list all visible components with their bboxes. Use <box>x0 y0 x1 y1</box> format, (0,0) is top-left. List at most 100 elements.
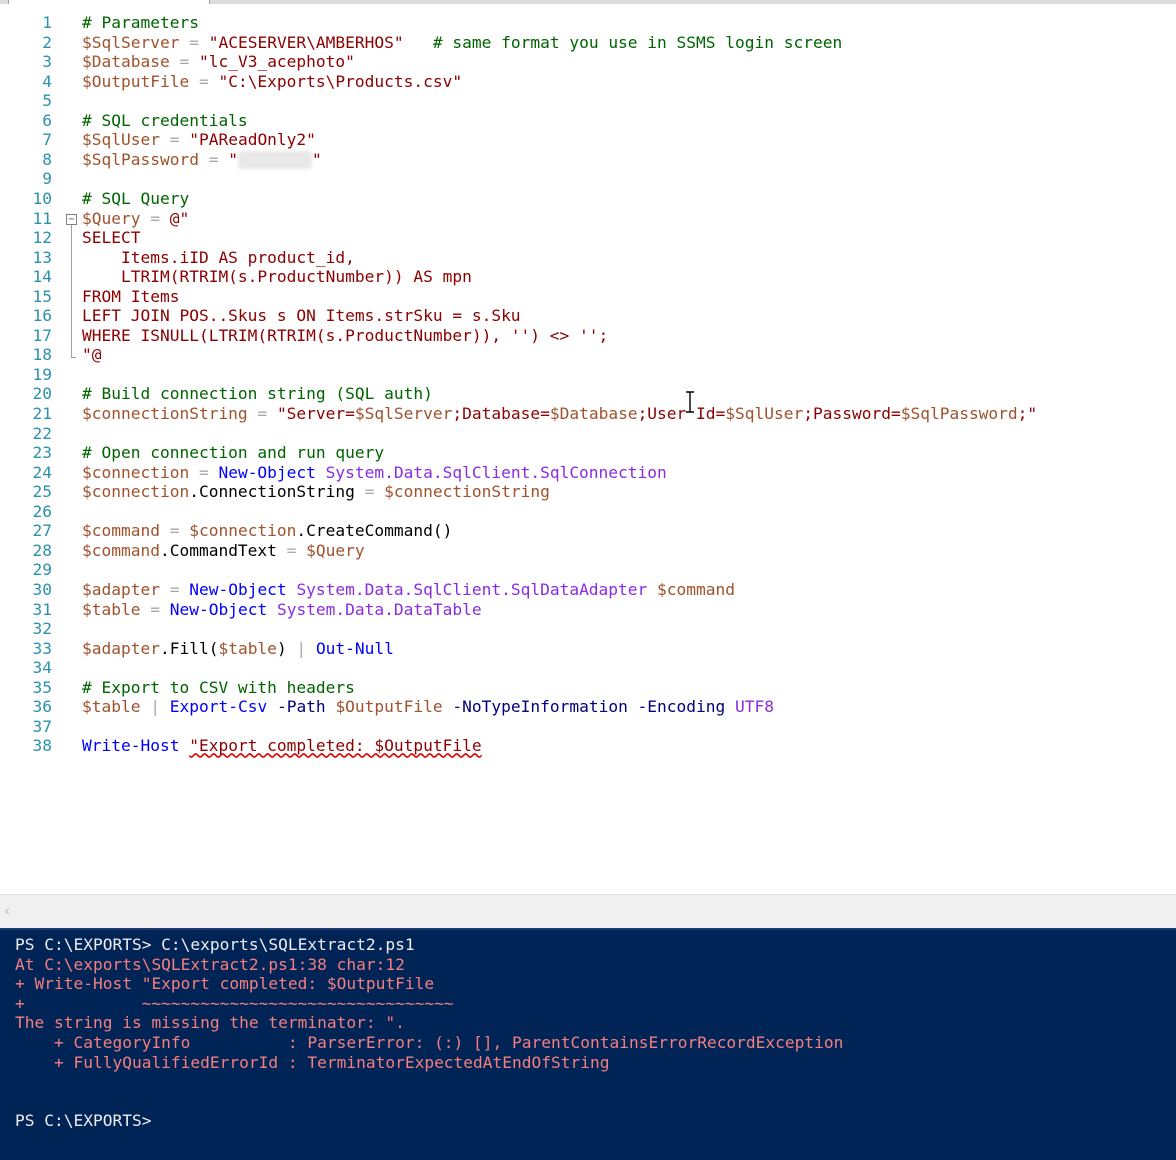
code-line[interactable]: 35 # Export to CSV with headers <box>0 678 1176 698</box>
line-number: 17 <box>32 325 53 345</box>
code-line[interactable]: 9 <box>0 169 1176 189</box>
code-text: LEFT JOIN POS..Skus s ON Items.strSku = … <box>82 306 521 326</box>
code-line[interactable]: 18 "@ <box>0 345 1176 365</box>
code-text: $table = New-Object System.Data.DataTabl… <box>82 600 482 620</box>
line-number: 2 <box>42 32 52 52</box>
code-text: WHERE ISNULL(LTRIM(RTRIM(s.ProductNumber… <box>82 326 608 346</box>
redacted-password <box>237 151 312 170</box>
code-line[interactable]: 38 Write-Host "Export completed: $OutputF… <box>0 736 1176 756</box>
code-text: # Parameters <box>82 13 199 33</box>
code-text: # Open connection and run query <box>82 443 384 463</box>
code-line[interactable]: 21 $connectionString = "Server=$SqlServer… <box>0 404 1176 424</box>
code-token: Items.iID AS product_id, <box>82 247 355 267</box>
code-line[interactable]: 31 $table = New-Object System.Data.DataTa… <box>0 600 1176 620</box>
code-token: # SQL credentials <box>82 110 248 130</box>
code-line[interactable]: 16 LEFT JOIN POS..Skus s ON Items.strSku … <box>0 306 1176 326</box>
code-token: # Parameters <box>82 13 199 32</box>
code-line[interactable]: 11 $Query = @" <box>0 209 1176 229</box>
code-line[interactable]: 1 # Parameters <box>0 13 1176 33</box>
code-token: = <box>140 208 170 228</box>
code-token: $connectionString <box>82 404 248 423</box>
code-token: # Export to CSV with headers <box>82 677 355 697</box>
code-line[interactable]: 29 <box>0 560 1176 580</box>
line-number: 11 <box>32 208 53 228</box>
code-line[interactable]: 17 WHERE ISNULL(LTRIM(RTRIM(s.ProductNumb… <box>0 326 1176 346</box>
code-line[interactable]: 8 $SqlPassword = " " <box>0 150 1176 170</box>
code-token: System.Data.SqlClient.SqlDataAdapter <box>296 579 648 599</box>
code-line[interactable]: 6 # SQL credentials <box>0 111 1176 131</box>
code-token: $SqlServer <box>354 404 453 423</box>
code-text: $command.CommandText = $Query <box>82 541 365 561</box>
code-token: $OutputFile <box>82 71 190 91</box>
code-token: $connection <box>82 462 190 482</box>
code-line[interactable]: 32 <box>0 619 1176 639</box>
code-line[interactable]: 22 <box>0 424 1176 444</box>
code-token: UTF8 <box>735 697 774 717</box>
code-line[interactable]: 4 $OutputFile = "C:\Exports\Products.csv" <box>0 72 1176 92</box>
code-line[interactable]: 20 # Build connection string (SQL auth) <box>0 384 1176 404</box>
line-number: 8 <box>42 149 52 169</box>
code-text: $adapter = New-Object System.Data.SqlCli… <box>82 580 735 600</box>
code-text: $Query = @" <box>82 209 189 229</box>
code-text: LTRIM(RTRIM(s.ProductNumber)) AS mpn <box>82 267 472 287</box>
line-number: 10 <box>32 188 53 208</box>
code-line[interactable]: 30 $adapter = New-Object System.Data.SqlC… <box>0 580 1176 600</box>
code-text: # Export to CSV with headers <box>82 678 355 698</box>
script-editor[interactable]: − 1 # Parameters 2 $SqlServer = "ACESERVER\… <box>0 4 1176 894</box>
code-line[interactable]: 26 <box>0 502 1176 522</box>
code-token: New-Object <box>169 599 268 619</box>
line-number: 30 <box>32 579 53 599</box>
code-token: "@ <box>82 345 102 365</box>
code-text: $command = $connection.CreateCommand() <box>82 521 452 541</box>
code-token: " <box>311 149 322 169</box>
code-token: System.Data.DataTable <box>276 599 482 619</box>
code-token: LTRIM(RTRIM(s.ProductNumber)) AS mpn <box>82 267 472 287</box>
code-token: $adapter <box>82 638 160 658</box>
line-number: 36 <box>32 697 53 717</box>
code-token: = <box>276 540 307 560</box>
code-text: FROM Items <box>82 287 179 307</box>
code-token: "PAReadOnly2" <box>189 130 316 150</box>
code-line[interactable]: 7 $SqlUser = "PAReadOnly2" <box>0 130 1176 150</box>
code-token: "ACESERVER\AMBERHOS" <box>208 32 404 52</box>
code-line[interactable]: 28 $command.CommandText = $Query <box>0 541 1176 561</box>
code-text: "@ <box>82 345 102 365</box>
code-line[interactable]: 37 <box>0 717 1176 737</box>
console-pane[interactable]: PS C:\EXPORTS> C:\exports\SQLExtract2.ps… <box>0 928 1176 1160</box>
code-text: Write-Host "Export completed: $OutputFil… <box>82 736 482 756</box>
code-text: $table | Export-Csv -Path $OutputFile -N… <box>82 697 774 717</box>
code-line[interactable]: 12 SELECT <box>0 228 1176 248</box>
code-line[interactable]: 25 $connection.ConnectionString = $connec… <box>0 482 1176 502</box>
code-line[interactable]: 19 <box>0 365 1176 385</box>
line-number: 34 <box>32 658 53 678</box>
code-line[interactable]: 24 $connection = New-Object System.Data.S… <box>0 463 1176 483</box>
line-number: 29 <box>32 560 53 580</box>
code-line[interactable]: 2 $SqlServer = "ACESERVER\AMBERHOS" # sam… <box>0 33 1176 53</box>
code-token: ) <box>276 638 287 658</box>
code-token: $SqlPassword <box>900 404 1018 423</box>
code-token: $connectionString <box>384 482 550 502</box>
horizontal-scrollbar[interactable]: ‹ <box>0 894 1176 929</box>
code-line[interactable]: 27 $command = $connection.CreateCommand() <box>0 521 1176 541</box>
code-line[interactable]: 34 <box>0 658 1176 678</box>
line-number: 14 <box>32 267 53 287</box>
code-line[interactable]: 13 Items.iID AS product_id, <box>0 248 1176 268</box>
code-line[interactable]: 3 $Database = "lc_V3_acephoto" <box>0 52 1176 72</box>
code-line[interactable]: 5 <box>0 91 1176 111</box>
scroll-left-arrow-icon[interactable]: ‹ <box>4 901 10 920</box>
code-token: $OutputFile <box>335 697 443 717</box>
code-token: " <box>228 149 238 169</box>
code-line[interactable]: 23 # Open connection and run query <box>0 443 1176 463</box>
code-token: .CreateCommand() <box>296 521 453 541</box>
code-token: -Path <box>267 697 336 717</box>
code-token: = <box>189 71 219 91</box>
code-line[interactable]: 33 $adapter.Fill($table) | Out-Null <box>0 639 1176 659</box>
code-line[interactable]: 15 FROM Items <box>0 287 1176 307</box>
code-line[interactable]: 36 $table | Export-Csv -Path $OutputFile … <box>0 697 1176 717</box>
code-token: = <box>247 404 277 423</box>
line-number: 32 <box>32 619 53 639</box>
code-line[interactable]: 14 LTRIM(RTRIM(s.ProductNumber)) AS mpn <box>0 267 1176 287</box>
code-line[interactable]: 10 # SQL Query <box>0 189 1176 209</box>
code-token: Write-Host <box>82 736 180 756</box>
code-token: FROM Items <box>82 286 180 306</box>
